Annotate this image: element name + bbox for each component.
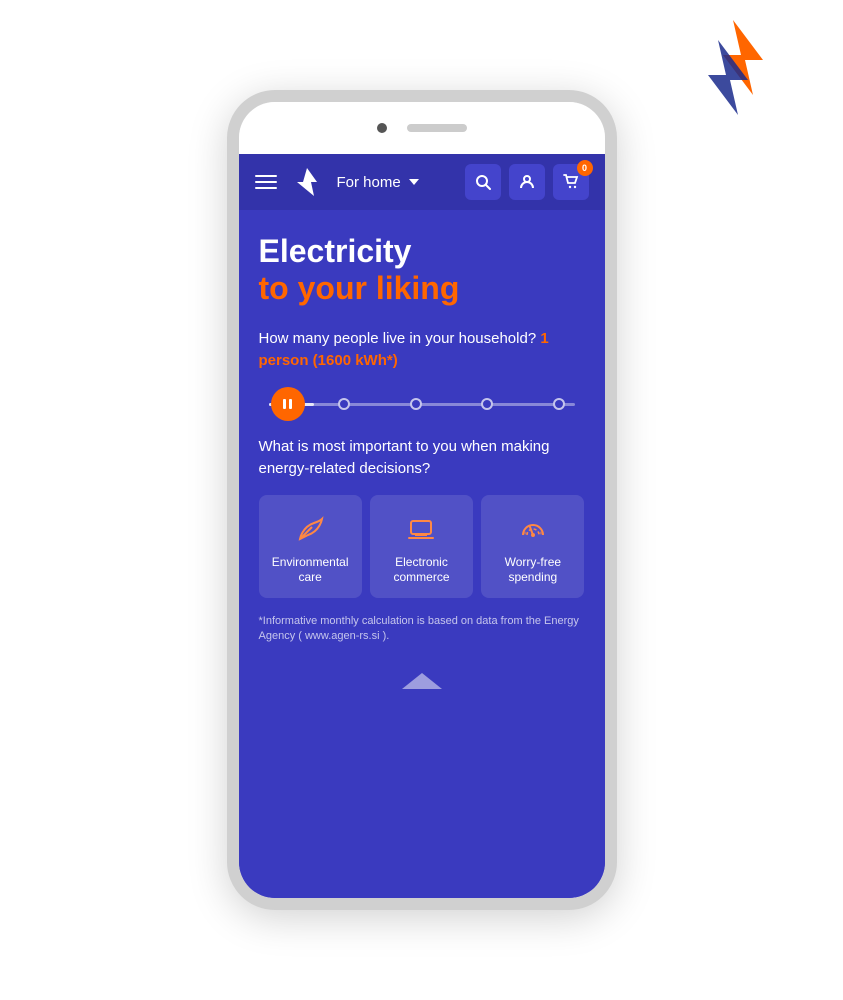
card-label-ecommerce: Electronic commerce bbox=[378, 555, 465, 586]
card-label-environmental: Environmental care bbox=[267, 555, 354, 586]
slider-dot-2 bbox=[338, 398, 350, 410]
user-icon bbox=[519, 174, 535, 190]
question1-label: How many people live in your household? bbox=[259, 330, 537, 347]
phone-top-bar bbox=[239, 102, 605, 154]
slider-thumb[interactable] bbox=[271, 387, 305, 421]
slider-dot-5 bbox=[553, 398, 565, 410]
cart-button[interactable]: 0 bbox=[553, 164, 589, 200]
leaf-icon bbox=[292, 511, 328, 547]
hero-title-white: Electricity bbox=[259, 234, 585, 269]
laptop-icon bbox=[403, 511, 439, 547]
slider-track bbox=[269, 403, 575, 406]
choice-card-ecommerce[interactable]: Electronic commerce bbox=[370, 495, 473, 598]
phone-speaker bbox=[407, 124, 467, 132]
search-icon bbox=[475, 174, 491, 190]
chevron-down-icon bbox=[409, 179, 419, 185]
slider-dot-4 bbox=[481, 398, 493, 410]
question2-text: What is most important to you when makin… bbox=[259, 436, 585, 481]
phone-screen: For home bbox=[239, 154, 605, 898]
account-button[interactable] bbox=[509, 164, 545, 200]
choice-cards: Environmental care Electronic commerce bbox=[259, 495, 585, 598]
for-home-label: For home bbox=[337, 174, 401, 191]
choice-card-environmental[interactable]: Environmental care bbox=[259, 495, 362, 598]
slider-dot-3 bbox=[410, 398, 422, 410]
question1-text: How many people live in your household? … bbox=[259, 328, 585, 373]
screen-content: Electricity to your liking How many peop… bbox=[239, 210, 605, 898]
corner-brand-logo bbox=[673, 10, 793, 135]
nav-logo bbox=[289, 164, 325, 200]
hero-title-orange: to your liking bbox=[259, 269, 585, 307]
hamburger-menu-button[interactable] bbox=[255, 175, 277, 189]
navbar: For home bbox=[239, 154, 605, 210]
bottom-chevron bbox=[259, 661, 585, 697]
cart-badge: 0 bbox=[577, 160, 593, 176]
slider-container[interactable] bbox=[259, 393, 585, 416]
page-wrapper: For home bbox=[0, 0, 843, 1000]
gauge-icon bbox=[515, 511, 551, 547]
choice-card-worry[interactable]: Worry-free spending bbox=[481, 495, 584, 598]
nav-icons: 0 bbox=[465, 164, 589, 200]
cart-icon bbox=[563, 174, 579, 190]
phone-camera bbox=[377, 123, 387, 133]
slider-dots bbox=[279, 398, 565, 410]
pause-icon bbox=[283, 399, 292, 409]
phone-shell: For home bbox=[227, 90, 617, 910]
chevron-up-icon bbox=[402, 673, 442, 689]
footnote: *Informative monthly calculation is base… bbox=[259, 614, 585, 645]
card-label-worry: Worry-free spending bbox=[489, 555, 576, 586]
nav-menu-label[interactable]: For home bbox=[337, 174, 453, 191]
search-button[interactable] bbox=[465, 164, 501, 200]
